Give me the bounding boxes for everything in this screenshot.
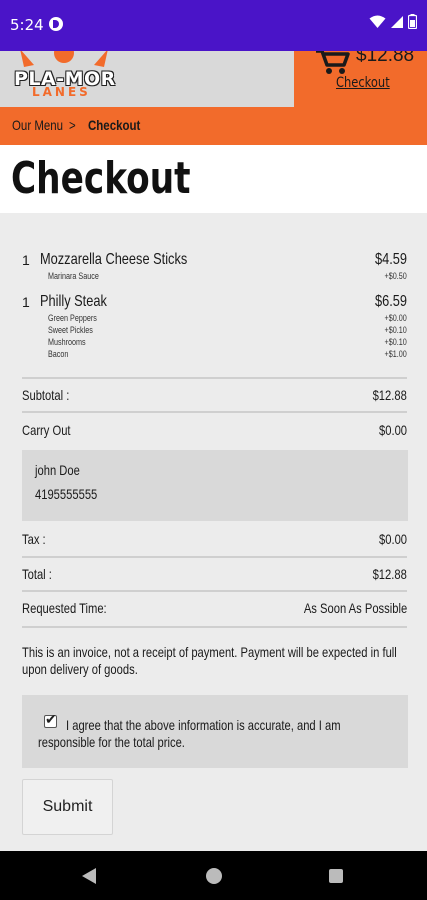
divider [22,626,407,628]
item-modifier: Green Peppers [48,313,97,323]
total-value: $12.88 [372,566,407,582]
item-modifier: Bacon [48,349,69,359]
requested-time-value: As Soon As Possible [303,600,407,616]
item-price: $4.59 [374,251,407,268]
logo-subtext: LANES [32,85,91,99]
divider [22,411,407,413]
agreement-text: I agree that the above information is ac… [38,717,341,750]
breadcrumb-separator: > [69,117,76,133]
recents-icon[interactable] [329,869,343,883]
cart-checkout-link[interactable]: Checkout [336,75,390,91]
status-bar: 5:24 [0,0,427,51]
app-notification-icon [49,17,63,31]
submit-button[interactable]: Submit [22,779,113,835]
page-title: Checkout [11,153,191,204]
divider [22,590,407,592]
cart-icon [316,51,350,74]
navigation-bar [0,851,427,900]
agreement-box: ✔ I agree that the above information is … [22,695,408,768]
item-modifier-price: +$0.00 [384,313,407,323]
tax-label: Tax : [22,531,46,547]
subtotal-value: $12.88 [372,387,407,403]
breadcrumb-current: Checkout [88,117,141,133]
back-icon[interactable] [82,868,96,884]
delivery-method-value: $0.00 [378,422,407,438]
divider [22,556,407,558]
item-modifier-price: +$1.00 [384,349,407,359]
status-time: 5:24 [10,16,44,34]
invoice-note: This is an invoice, not a receipt of pay… [22,644,397,677]
item-modifier-price: +$0.50 [384,271,407,281]
battery-icon [408,14,417,29]
customer-info: john Doe 4195555555 [22,450,408,521]
cart-summary[interactable]: $12.88 Checkout [294,51,427,107]
item-quantity: 1 [22,294,30,310]
status-icons [369,14,417,29]
customer-name: john Doe [35,462,80,478]
item-quantity: 1 [22,252,30,268]
tax-value: $0.00 [378,531,407,547]
item-name: Philly Steak [40,293,107,310]
delivery-method-label: Carry Out [22,422,71,438]
item-modifier: Sweet Pickles [48,325,93,335]
subtotal-label: Subtotal : [22,387,70,403]
pla-mor-lanes-logo[interactable]: PLA-MOR LANES [6,51,118,101]
requested-time-label: Requested Time: [22,600,107,616]
customer-phone: 4195555555 [35,486,98,502]
breadcrumb-our-menu-link[interactable]: Our Menu [12,117,63,133]
item-modifier-price: +$0.10 [384,337,407,347]
item-modifier-price: +$0.10 [384,325,407,335]
home-icon[interactable] [206,868,222,884]
signal-icon [391,15,403,28]
item-name: Mozzarella Cheese Sticks [40,251,188,268]
breadcrumb: Our Menu > Checkout [0,107,427,145]
cart-total: $12.88 [356,51,415,66]
total-label: Total : [22,566,52,582]
wifi-icon [369,15,386,28]
divider [22,377,407,379]
item-modifier: Mushrooms [48,337,86,347]
title-area: Checkout [0,145,427,213]
item-price: $6.59 [374,293,407,310]
site-header: PLA-MOR LANES $12.88 Checkout [0,51,427,107]
item-modifier: Marinara Sauce [48,271,99,281]
